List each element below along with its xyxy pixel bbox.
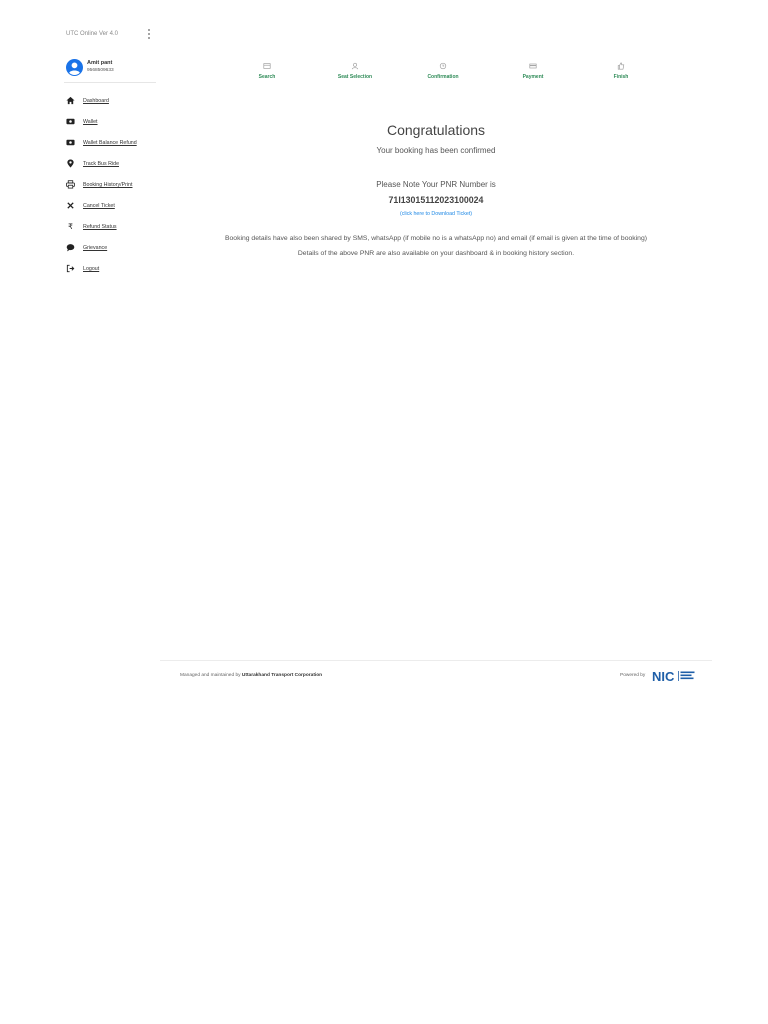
sidebar-item-grievance[interactable]: Grievance [66,241,158,262]
seat-icon [351,62,359,70]
download-ticket-link[interactable]: (click here to Download Ticket) [158,211,714,217]
footer-powered-by: Powered by NIC [620,669,710,683]
wallet-refund-icon [66,138,75,147]
home-icon [66,96,75,105]
sidebar-item-refund-status[interactable]: ₹ Refund Status [66,220,158,241]
sidebar-item-label: Wallet [83,119,98,125]
sidebar-item-label: Cancel Ticket [83,203,115,209]
step-finish[interactable]: Finish [576,62,666,80]
pnr-note: Please Note Your PNR Number is [376,180,496,189]
sidebar-item-label: Logout [83,266,100,272]
user-profile: Amit pant 9568509633 [64,57,156,83]
sidebar-item-dashboard[interactable]: Dashboard [66,94,158,115]
step-search[interactable]: Search [222,62,312,80]
step-label: Confirmation [427,74,459,80]
thumbs-up-icon [617,62,625,70]
more-options-icon[interactable] [146,29,152,41]
pnr-availability-info: Details of the above PNR are also availa… [297,250,575,257]
footer-managed-by: Managed and maintained by Uttarakhand Tr… [180,673,322,678]
printer-icon [66,180,75,189]
wallet-icon [66,117,75,126]
sidebar-item-track-bus-ride[interactable]: Track Bus Ride [66,157,158,178]
step-label: Finish [613,74,629,80]
powered-by-label: Powered by [620,673,646,678]
search-step-icon [263,63,271,69]
confirmation-message: Your booking has been confirmed [376,146,496,155]
sidebar-item-label: Refund Status [83,224,117,230]
sidebar-item-label: Dashboard [83,98,109,104]
sidebar-item-booking-history[interactable]: Booking History/Print [66,178,158,199]
sidebar-item-label: Track Bus Ride [83,161,120,167]
sidebar-nav: Dashboard Wallet Wallet Balance Refund T… [66,94,158,283]
booking-stepper: Search Seat Selection Confirmation Payme… [222,62,662,84]
step-label: Payment [522,74,544,80]
logout-icon [66,264,75,273]
step-label: Seat Selection [337,74,373,80]
nic-logo-text: NIC [652,669,675,683]
location-pin-icon [66,159,75,168]
user-name: Amit pant [87,60,113,66]
sidebar-item-wallet-balance-refund[interactable]: Wallet Balance Refund [66,136,158,157]
sidebar: UTC Online Ver 4.0 Amit pant 9568509633 … [0,0,158,1024]
sidebar-item-label: Booking History/Print [83,182,133,188]
user-avatar-icon [66,59,83,76]
sidebar-item-logout[interactable]: Logout [66,262,158,283]
app-header: UTC Online Ver 4.0 [66,29,156,43]
sidebar-item-wallet[interactable]: Wallet [66,115,158,136]
close-icon [66,201,75,210]
user-phone: 9568509633 [87,68,114,73]
managed-by-org: Uttarakhand Transport Corporation [241,673,323,678]
app-title: UTC Online Ver 4.0 [66,31,119,37]
chat-bubble-icon [66,243,75,252]
sidebar-item-cancel-ticket[interactable]: Cancel Ticket [66,199,158,220]
pnr-number: 71I13015112023100024 [388,195,484,205]
confirmation-icon [439,62,447,70]
sidebar-item-label: Grievance [83,245,108,251]
step-seat-selection[interactable]: Seat Selection [310,62,400,80]
payment-icon [529,63,537,69]
booking-shared-info: Booking details have also been shared by… [224,235,647,242]
sidebar-item-label: Wallet Balance Refund [83,140,137,146]
step-label: Search [258,74,276,80]
rupee-icon: ₹ [68,222,73,231]
managed-by-prefix: Managed and maintained by [180,673,241,678]
footer: Managed and maintained by Uttarakhand Tr… [160,660,712,690]
step-confirmation[interactable]: Confirmation [398,62,488,80]
step-payment[interactable]: Payment [488,62,578,80]
nic-logo-icon: NIC [652,669,695,683]
page-title: Congratulations [386,122,486,138]
